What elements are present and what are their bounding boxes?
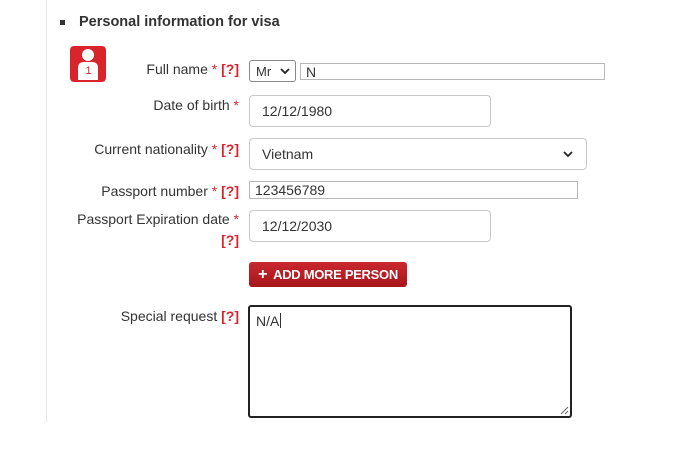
- required-mark: *: [233, 97, 239, 113]
- nationality-label: Current nationality * [?]: [94, 141, 239, 157]
- date-of-birth-label-text: Date of birth: [153, 97, 230, 113]
- nationality-value: Vietnam: [262, 146, 314, 162]
- help-link[interactable]: [?]: [221, 308, 239, 324]
- visa-form-page: Personal information for visa 1 Full nam…: [0, 0, 700, 450]
- required-mark: *: [233, 211, 239, 227]
- passport-number-label: Passport number * [?]: [101, 183, 239, 199]
- chevron-down-icon: [563, 151, 573, 158]
- required-mark: *: [211, 61, 218, 77]
- text-caret: [280, 313, 282, 328]
- full-name-label: Full name * [?]: [146, 61, 239, 77]
- help-link[interactable]: [?]: [221, 183, 239, 199]
- resize-grip-icon[interactable]: [559, 405, 569, 415]
- nationality-label-text: Current nationality: [94, 141, 208, 157]
- nationality-select[interactable]: Vietnam: [249, 138, 587, 170]
- add-more-person-button[interactable]: + ADD MORE PERSON: [249, 262, 407, 287]
- person-icon: 1: [70, 46, 106, 82]
- required-mark: *: [211, 183, 218, 199]
- passport-expiration-label: Passport Expiration date * [?]: [77, 209, 239, 251]
- required-mark: *: [211, 141, 218, 157]
- passport-number-input[interactable]: 123456789: [249, 181, 578, 199]
- plus-icon: +: [258, 265, 268, 283]
- special-request-label-text: Special request: [120, 308, 218, 324]
- date-of-birth-label: Date of birth *: [153, 97, 239, 113]
- date-of-birth-value: 12/12/1980: [262, 103, 333, 119]
- full-name-label-text: Full name: [146, 61, 208, 77]
- person-number: 1: [82, 64, 95, 78]
- help-link[interactable]: [?]: [221, 61, 239, 77]
- special-request-textarea[interactable]: N/A: [248, 305, 572, 418]
- passport-number-value: 123456789: [255, 182, 326, 198]
- section-title: Personal information for visa: [79, 14, 280, 30]
- full-name-input[interactable]: N: [300, 63, 605, 80]
- date-of-birth-input[interactable]: 12/12/1980: [249, 95, 491, 127]
- chevron-down-icon: [280, 68, 290, 75]
- title-select-value: Mr: [256, 63, 272, 79]
- title-select[interactable]: Mr: [249, 60, 296, 82]
- special-request-label: Special request [?]: [121, 308, 239, 324]
- help-link[interactable]: [?]: [221, 141, 239, 157]
- passport-expiration-value: 12/12/2030: [262, 218, 333, 234]
- square-bullet-icon: [60, 19, 65, 25]
- passport-expiration-label-text: Passport Expiration date: [77, 211, 230, 227]
- divider-line: [46, 0, 47, 422]
- add-more-person-label: ADD MORE PERSON: [273, 267, 398, 282]
- section-heading: Personal information for visa: [60, 14, 280, 30]
- special-request-value: N/A: [256, 313, 280, 329]
- full-name-value: N: [306, 64, 317, 80]
- passport-expiration-input[interactable]: 12/12/2030: [249, 210, 491, 242]
- help-link[interactable]: [?]: [221, 232, 239, 248]
- passport-number-label-text: Passport number: [101, 183, 208, 199]
